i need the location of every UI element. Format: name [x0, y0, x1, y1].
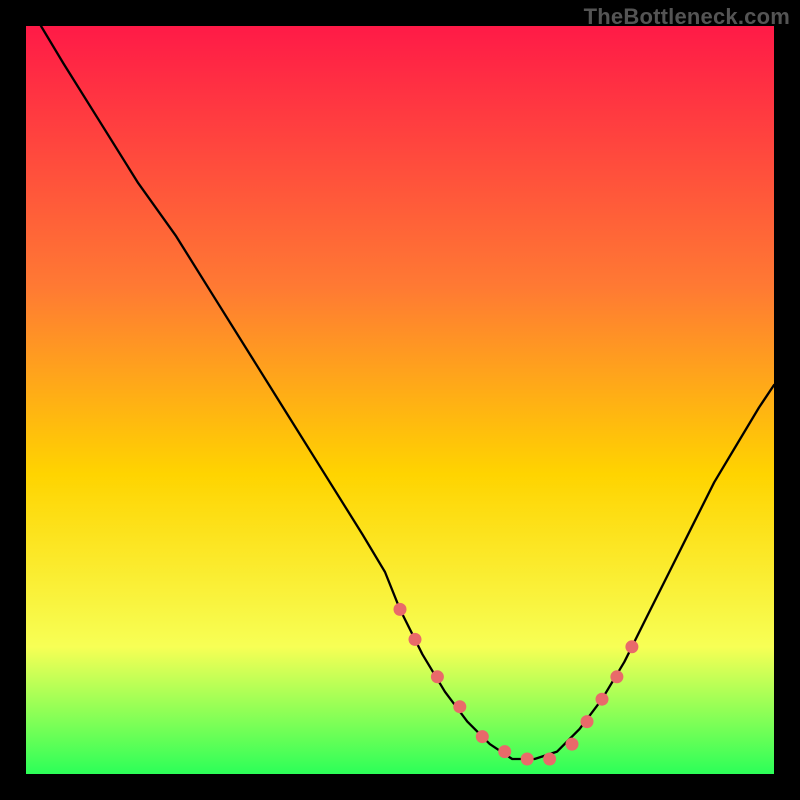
marker-point — [498, 745, 511, 758]
marker-point — [543, 753, 556, 766]
plot-area — [26, 26, 774, 774]
marker-point — [394, 603, 407, 616]
marker-point — [453, 700, 466, 713]
marker-point — [476, 730, 489, 743]
marker-point — [596, 693, 609, 706]
marker-point — [610, 670, 623, 683]
marker-point — [581, 715, 594, 728]
gradient-background — [26, 26, 774, 774]
marker-point — [409, 633, 422, 646]
marker-point — [431, 670, 444, 683]
chart-frame: TheBottleneck.com — [0, 0, 800, 800]
marker-point — [521, 753, 534, 766]
marker-point — [625, 640, 638, 653]
marker-point — [566, 738, 579, 751]
bottleneck-chart — [26, 26, 774, 774]
watermark-text: TheBottleneck.com — [584, 4, 790, 30]
